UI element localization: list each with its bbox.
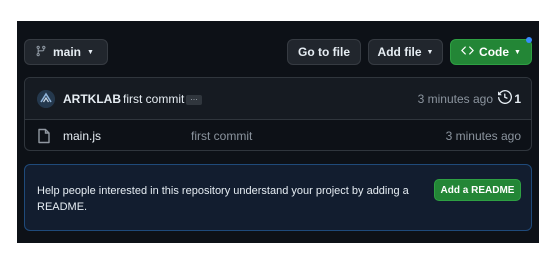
chevron-down-icon: ▼ <box>426 49 434 56</box>
repo-toolbar: main ▼ Go to file Add file ▼ Code ▼ <box>17 21 539 77</box>
expand-commit-button[interactable]: … <box>186 94 202 105</box>
file-table: ARTKLAB first commit … 3 minutes ago 1 m… <box>24 77 532 151</box>
add-file-label: Add file <box>377 45 422 59</box>
commit-time: 3 minutes ago <box>417 92 493 106</box>
file-commit-message[interactable]: first commit <box>191 129 252 143</box>
git-branch-icon <box>35 45 47 60</box>
add-file-button[interactable]: Add file ▼ <box>368 39 443 65</box>
code-button[interactable]: Code ▼ <box>450 39 532 65</box>
repository-panel: main ▼ Go to file Add file ▼ Code ▼ ARTK… <box>17 21 539 243</box>
go-to-file-label: Go to file <box>298 45 350 59</box>
latest-commit-row: ARTKLAB first commit … 3 minutes ago 1 <box>25 78 531 120</box>
readme-banner: Help people interested in this repositor… <box>24 164 532 231</box>
file-name-link[interactable]: main.js <box>63 129 101 143</box>
branch-label: main <box>53 45 82 59</box>
code-icon <box>461 44 474 60</box>
file-commit-time: 3 minutes ago <box>445 129 521 143</box>
table-row: main.js first commit 3 minutes ago <box>25 120 531 150</box>
commit-message[interactable]: first commit <box>123 92 184 106</box>
history-icon <box>498 89 513 107</box>
go-to-file-button[interactable]: Go to file <box>287 39 361 65</box>
code-label: Code <box>479 45 510 59</box>
readme-banner-text: Help people interested in this repositor… <box>37 185 409 213</box>
chevron-down-icon: ▼ <box>87 49 94 56</box>
avatar[interactable] <box>37 90 55 108</box>
commit-history-link[interactable]: 1 <box>498 89 521 107</box>
chevron-down-icon: ▼ <box>514 49 521 56</box>
commit-author[interactable]: ARTKLAB <box>63 92 121 106</box>
notification-dot <box>526 37 532 43</box>
file-icon <box>37 128 51 144</box>
add-readme-button[interactable]: Add a README <box>434 179 521 201</box>
commit-count: 1 <box>514 91 521 106</box>
branch-select-button[interactable]: main ▼ <box>24 39 108 65</box>
